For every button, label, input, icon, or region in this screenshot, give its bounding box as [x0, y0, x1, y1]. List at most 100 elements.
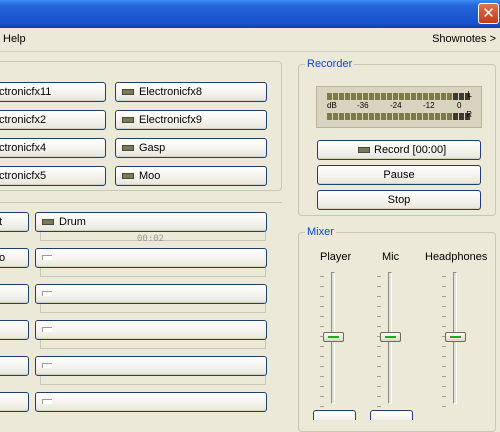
mixer-mic-slider-thumb[interactable] — [380, 332, 401, 342]
player-button-empty-4[interactable] — [35, 320, 267, 340]
vu-segment — [375, 93, 380, 100]
slider-tick — [442, 346, 446, 347]
vu-meter: dB -36 -24 -12 0 L R — [316, 86, 482, 128]
stop-button-label: Stop — [387, 194, 411, 206]
player-button-6[interactable] — [0, 392, 29, 412]
slider-tick — [377, 366, 381, 367]
vu-segment — [447, 113, 452, 120]
vu-segment — [363, 113, 368, 120]
slider-tick — [320, 296, 324, 297]
vu-segment — [327, 113, 332, 120]
menu-help[interactable]: Help — [3, 33, 26, 45]
record-button[interactable]: Record [00:00] — [317, 140, 481, 160]
sound-button-electronicfx5[interactable]: ctronicfx5 — [0, 166, 106, 186]
vu-tick-24: -24 — [390, 101, 402, 110]
mixer-mic-mute-button[interactable] — [370, 410, 413, 420]
slider-tick — [442, 356, 446, 357]
sound-button-label: Moo — [139, 170, 161, 182]
vu-segment — [369, 93, 374, 100]
vu-segment — [399, 113, 404, 120]
player-button-empty-3[interactable] — [35, 284, 267, 304]
shownotes-button[interactable]: Shownotes > — [432, 33, 496, 45]
slider-tick — [377, 306, 381, 307]
slider-tick — [442, 276, 446, 277]
pause-button[interactable]: Pause — [317, 165, 481, 185]
slider-tick — [377, 406, 381, 407]
player-progress[interactable] — [40, 340, 266, 349]
slider-tick — [442, 366, 446, 367]
led-icon — [42, 363, 52, 368]
led-icon — [42, 255, 52, 260]
sound-button-electronicfx4[interactable]: ctronicfx4 — [0, 138, 106, 158]
slider-tick — [320, 376, 324, 377]
slider-tick — [442, 296, 446, 297]
sound-button-electronicfx2[interactable]: ctronicfx2 — [0, 110, 106, 130]
vu-segment — [333, 113, 338, 120]
slider-tick — [377, 276, 381, 277]
player-button-empty-2[interactable] — [35, 248, 267, 268]
slider-tick — [377, 346, 381, 347]
slider-tick — [377, 386, 381, 387]
player-button-drum[interactable]: Drum — [35, 212, 267, 232]
player-button-empty-6[interactable] — [35, 392, 267, 412]
vu-left-channel — [327, 93, 470, 100]
vu-segment — [441, 93, 446, 100]
led-icon — [42, 327, 52, 332]
vu-segment — [393, 93, 398, 100]
slider-tick — [377, 316, 381, 317]
vu-segment — [357, 113, 362, 120]
vu-segment — [459, 93, 464, 100]
vu-segment — [381, 113, 386, 120]
slider-tick — [442, 286, 446, 287]
led-icon — [42, 219, 54, 225]
player-progress[interactable] — [40, 268, 266, 277]
slider-tick — [377, 356, 381, 357]
player-button-3[interactable] — [0, 284, 29, 304]
slider-tick — [320, 406, 324, 407]
sound-button-electronicfx9[interactable]: Electronicfx9 — [115, 110, 267, 130]
vu-segment — [387, 93, 392, 100]
title-bar: ✕ — [0, 0, 500, 28]
vu-segment — [459, 113, 464, 120]
vu-segment — [429, 113, 434, 120]
player-progress[interactable] — [40, 376, 266, 385]
slider-tick — [442, 306, 446, 307]
player-button-empty-5[interactable] — [35, 356, 267, 376]
sound-button-electronicfx8[interactable]: Electronicfx8 — [115, 82, 267, 102]
sound-button-gasp[interactable]: Gasp — [115, 138, 267, 158]
vu-segment — [447, 93, 452, 100]
player-button-1[interactable]: t — [0, 212, 29, 232]
vu-segment — [363, 93, 368, 100]
vu-segment — [441, 113, 446, 120]
slider-tick — [320, 306, 324, 307]
slider-tick — [320, 356, 324, 357]
vu-segment — [381, 93, 386, 100]
led-icon — [122, 173, 134, 179]
vu-segment — [423, 93, 428, 100]
sound-button-electronicfx11[interactable]: ctronicfx11 — [0, 82, 106, 102]
vu-segment — [429, 93, 434, 100]
mixer-player-slider-thumb[interactable] — [323, 332, 344, 342]
mixer-headphones-slider-thumb[interactable] — [445, 332, 466, 342]
mixer-label-headphones: Headphones — [425, 251, 488, 263]
slider-tick — [442, 396, 446, 397]
sound-button-moo[interactable]: Moo — [115, 166, 267, 186]
player-time: 00:02 — [137, 234, 165, 244]
vu-segment — [417, 93, 422, 100]
vu-segment — [339, 113, 344, 120]
recorder-title: Recorder — [305, 58, 355, 70]
player-button-5[interactable] — [0, 356, 29, 376]
player-button-4[interactable] — [0, 320, 29, 340]
mixer-player-mute-button[interactable] — [313, 410, 356, 420]
vu-segment — [411, 93, 416, 100]
vu-segment — [399, 93, 404, 100]
vu-segment — [435, 93, 440, 100]
stop-button[interactable]: Stop — [317, 190, 481, 210]
menu-bar: Help Shownotes > — [0, 28, 500, 52]
vu-segment — [435, 113, 440, 120]
mixer-label-player: Player — [320, 251, 352, 263]
close-icon[interactable]: ✕ — [478, 3, 499, 24]
player-button-2[interactable]: o — [0, 248, 29, 268]
vu-segment — [405, 113, 410, 120]
player-progress[interactable] — [40, 304, 266, 313]
